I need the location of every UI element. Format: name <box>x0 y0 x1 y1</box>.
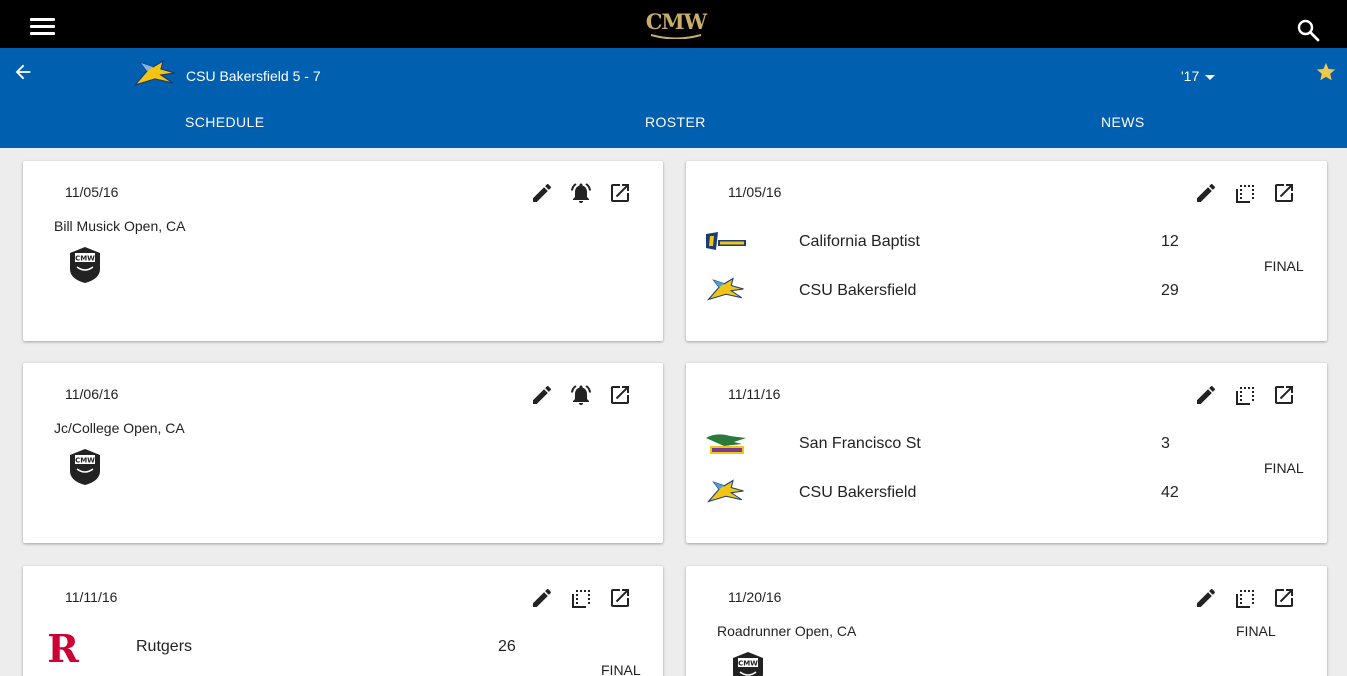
schedule-card-game[interactable]: 11/05/16 California Baptist 12 FINAL CSU… <box>686 161 1327 341</box>
roadrunners-logo <box>704 275 748 303</box>
open-in-new-icon[interactable] <box>608 383 632 407</box>
edit-icon[interactable] <box>1194 383 1218 407</box>
edit-icon[interactable] <box>1194 586 1218 610</box>
open-in-new-icon[interactable] <box>1272 383 1296 407</box>
favorite-star-icon[interactable] <box>1315 61 1337 83</box>
schedule-card-event[interactable]: 11/06/16 Jc/College Open, CA <box>23 363 663 543</box>
card-date: 11/20/16 <box>728 589 782 605</box>
team-name: Rutgers <box>136 638 193 655</box>
card-date: 11/06/16 <box>65 386 119 402</box>
logo-text: CMW <box>645 9 708 34</box>
event-location: Roadrunner Open, CA <box>717 623 857 639</box>
box-score-icon[interactable] <box>1233 586 1257 610</box>
team-score: 3 <box>1161 435 1170 452</box>
edit-icon[interactable] <box>530 586 554 610</box>
cmw-event-logo <box>67 447 103 487</box>
cmw-logo[interactable]: CMW <box>643 9 709 40</box>
open-in-new-icon[interactable] <box>608 181 632 205</box>
schedule-card-game[interactable]: 11/11/16 Rutgers 26 FINAL <box>23 566 663 676</box>
schedule-card-game[interactable]: 11/11/16 San Francisco St 3 FINAL CSU Ba… <box>686 363 1327 543</box>
tab-news[interactable]: NEWS <box>1101 114 1145 130</box>
card-date: 11/05/16 <box>728 184 782 200</box>
edit-icon[interactable] <box>530 383 554 407</box>
season-selector[interactable]: '17 <box>1181 68 1216 84</box>
team-title: CSU Bakersfield 5 - 7 <box>186 68 321 84</box>
open-in-new-icon[interactable] <box>1272 181 1296 205</box>
open-in-new-icon[interactable] <box>1272 586 1296 610</box>
box-score-icon[interactable] <box>569 586 593 610</box>
card-date: 11/11/16 <box>65 589 118 605</box>
team-name: California Baptist <box>799 233 920 250</box>
lancers-logo <box>704 228 748 256</box>
event-location: Bill Musick Open, CA <box>54 218 186 234</box>
roadrunners-logo <box>704 477 748 505</box>
game-status: FINAL <box>1264 258 1304 274</box>
back-arrow-icon[interactable] <box>12 61 34 83</box>
roadrunner-team-logo <box>133 57 177 89</box>
team-score: 26 <box>498 638 516 655</box>
team-header: CSU Bakersfield 5 - 7 '17 SCHEDULE ROSTE… <box>0 48 1347 148</box>
team-score: 42 <box>1161 484 1179 501</box>
schedule-card-event[interactable]: 11/20/16 Roadrunner Open, CA FINAL <box>686 566 1327 676</box>
box-score-icon[interactable] <box>1233 181 1257 205</box>
card-date: 11/11/16 <box>728 386 781 402</box>
rutgers-logo <box>41 628 85 668</box>
game-status: FINAL <box>1236 623 1276 639</box>
team-name: CSU Bakersfield <box>799 282 917 299</box>
game-status: FINAL <box>601 662 641 676</box>
cmw-event-logo <box>730 650 766 676</box>
box-score-icon[interactable] <box>1233 383 1257 407</box>
gators-logo <box>704 430 748 458</box>
team-name: CSU Bakersfield <box>799 484 917 501</box>
search-icon[interactable] <box>1296 18 1320 42</box>
team-score: 29 <box>1161 282 1179 299</box>
tab-schedule[interactable]: SCHEDULE <box>185 114 264 130</box>
game-status: FINAL <box>1264 460 1304 476</box>
bell-alarm-icon[interactable] <box>569 383 593 407</box>
card-date: 11/05/16 <box>65 184 119 200</box>
menu-icon[interactable] <box>30 18 56 38</box>
bell-alarm-icon[interactable] <box>569 181 593 205</box>
top-app-bar: CMW <box>0 0 1347 48</box>
team-score: 12 <box>1161 233 1179 250</box>
open-in-new-icon[interactable] <box>608 586 632 610</box>
team-name: San Francisco St <box>799 435 921 452</box>
tab-roster[interactable]: ROSTER <box>645 114 706 130</box>
event-location: Jc/College Open, CA <box>54 420 185 436</box>
schedule-card-event[interactable]: 11/05/16 Bill Musick Open, CA <box>23 161 663 341</box>
caret-down-icon <box>1205 74 1216 80</box>
edit-icon[interactable] <box>530 181 554 205</box>
season-value: '17 <box>1181 68 1200 84</box>
edit-icon[interactable] <box>1194 181 1218 205</box>
cmw-event-logo <box>67 245 103 285</box>
